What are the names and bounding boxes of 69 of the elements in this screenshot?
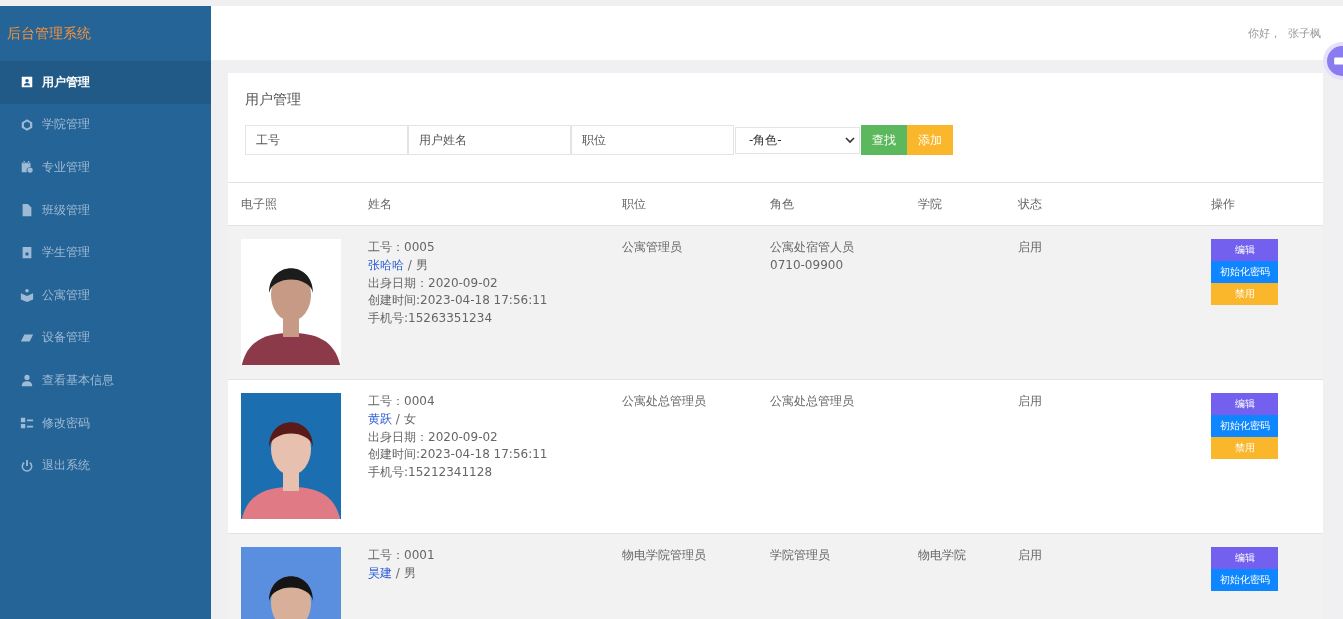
gender-text: / 男 xyxy=(407,257,428,272)
user-icon xyxy=(20,373,34,388)
position-text: 公寓管理员 xyxy=(622,239,682,256)
user-detail: 出身日期：2020-09-02 xyxy=(368,274,498,292)
action-button[interactable]: 添加 xyxy=(907,125,953,155)
cube-icon xyxy=(20,117,34,132)
sidebar-item[interactable]: 退出系统 xyxy=(0,444,211,487)
status-text: 启用 xyxy=(1018,239,1042,256)
column-header: 状态 xyxy=(1018,195,1043,213)
chevron-down-icon xyxy=(845,136,855,144)
column-header: 姓名 xyxy=(368,195,393,213)
gender-text: / 男 xyxy=(395,565,416,580)
app-title: 后台管理系统 xyxy=(6,23,92,43)
column-header: 职位 xyxy=(622,195,647,213)
filter-field[interactable]: 用户姓名 xyxy=(408,125,571,155)
sidebar-item[interactable]: 专业管理 xyxy=(0,146,211,189)
row-action-button[interactable]: 编辑 xyxy=(1211,239,1278,261)
user-name-link[interactable]: 黄跃 xyxy=(368,411,392,426)
employee-id: 工号：0001 xyxy=(368,547,435,564)
row-action-button[interactable]: 禁用 xyxy=(1211,437,1278,459)
employee-id: 工号：0005 xyxy=(368,239,435,256)
column-header: 角色 xyxy=(770,195,795,213)
user-detail: 创建时间:2023-04-18 17:56:11 xyxy=(368,446,548,464)
book-reader-icon xyxy=(20,288,34,303)
column-header: 操作 xyxy=(1211,195,1236,213)
status-text: 启用 xyxy=(1018,547,1042,564)
user-card-icon xyxy=(20,75,34,90)
row-action-button[interactable]: 初始化密码 xyxy=(1211,569,1278,591)
sidebar-item[interactable]: 查看基本信息 xyxy=(0,359,211,402)
status-text: 启用 xyxy=(1018,393,1042,410)
role-text: 0710-09900 xyxy=(770,256,844,274)
user-detail: 手机号:15263351234 xyxy=(368,310,493,328)
filter-field[interactable]: 工号 xyxy=(245,125,408,155)
sidebar-item[interactable]: 公寓管理 xyxy=(0,273,211,317)
user-name-link[interactable]: 昊建 xyxy=(368,565,392,580)
panel-title: 用户管理 xyxy=(244,90,302,109)
calendar-clock-icon xyxy=(20,160,34,175)
user-greeting: 你好， 张子枫 xyxy=(1248,25,1321,41)
row-action-button[interactable]: 初始化密码 xyxy=(1211,415,1278,437)
row-action-button[interactable]: 编辑 xyxy=(1211,547,1278,569)
user-detail: 创建时间:2023-04-18 17:56:11 xyxy=(368,292,548,310)
role-text: 学院管理员 xyxy=(770,547,830,564)
column-header: 电子照 xyxy=(241,195,278,213)
power-icon xyxy=(20,458,34,473)
role-select[interactable]: -角色- xyxy=(735,126,860,154)
employee-id: 工号：0004 xyxy=(368,393,435,410)
gender-text: / 女 xyxy=(395,411,416,426)
column-header: 学院 xyxy=(918,195,943,213)
role-text: 公寓处宿管人员 xyxy=(770,239,854,256)
row-action-button[interactable]: 编辑 xyxy=(1211,393,1278,415)
college-text: 物电学院 xyxy=(918,547,966,564)
user-name-link[interactable]: 张哈哈 xyxy=(368,257,404,272)
sidebar-item[interactable]: 修改密码 xyxy=(0,401,211,445)
sidebar-item[interactable]: 设备管理 xyxy=(0,316,211,360)
position-text: 物电学院管理员 xyxy=(622,547,706,564)
action-button[interactable]: 查找 xyxy=(861,125,907,155)
sidebar-item[interactable]: 学生管理 xyxy=(0,231,211,274)
row-action-button[interactable]: 禁用 xyxy=(1211,283,1278,305)
row-action-button[interactable]: 初始化密码 xyxy=(1211,261,1278,283)
role-text: 公寓处总管理员 xyxy=(770,393,854,410)
file-icon xyxy=(20,203,34,218)
save-icon xyxy=(20,245,34,260)
user-detail: 出身日期：2020-09-02 xyxy=(368,428,498,446)
filter-field[interactable]: 职位 xyxy=(571,125,734,155)
user-detail: 手机号:15212341128 xyxy=(368,464,493,482)
position-text: 公寓处总管理员 xyxy=(622,393,706,410)
sidebar-item[interactable]: 学院管理 xyxy=(0,103,211,147)
sidebar-item[interactable]: 班级管理 xyxy=(0,188,211,232)
sidebar-item[interactable]: 用户管理 xyxy=(0,61,211,104)
